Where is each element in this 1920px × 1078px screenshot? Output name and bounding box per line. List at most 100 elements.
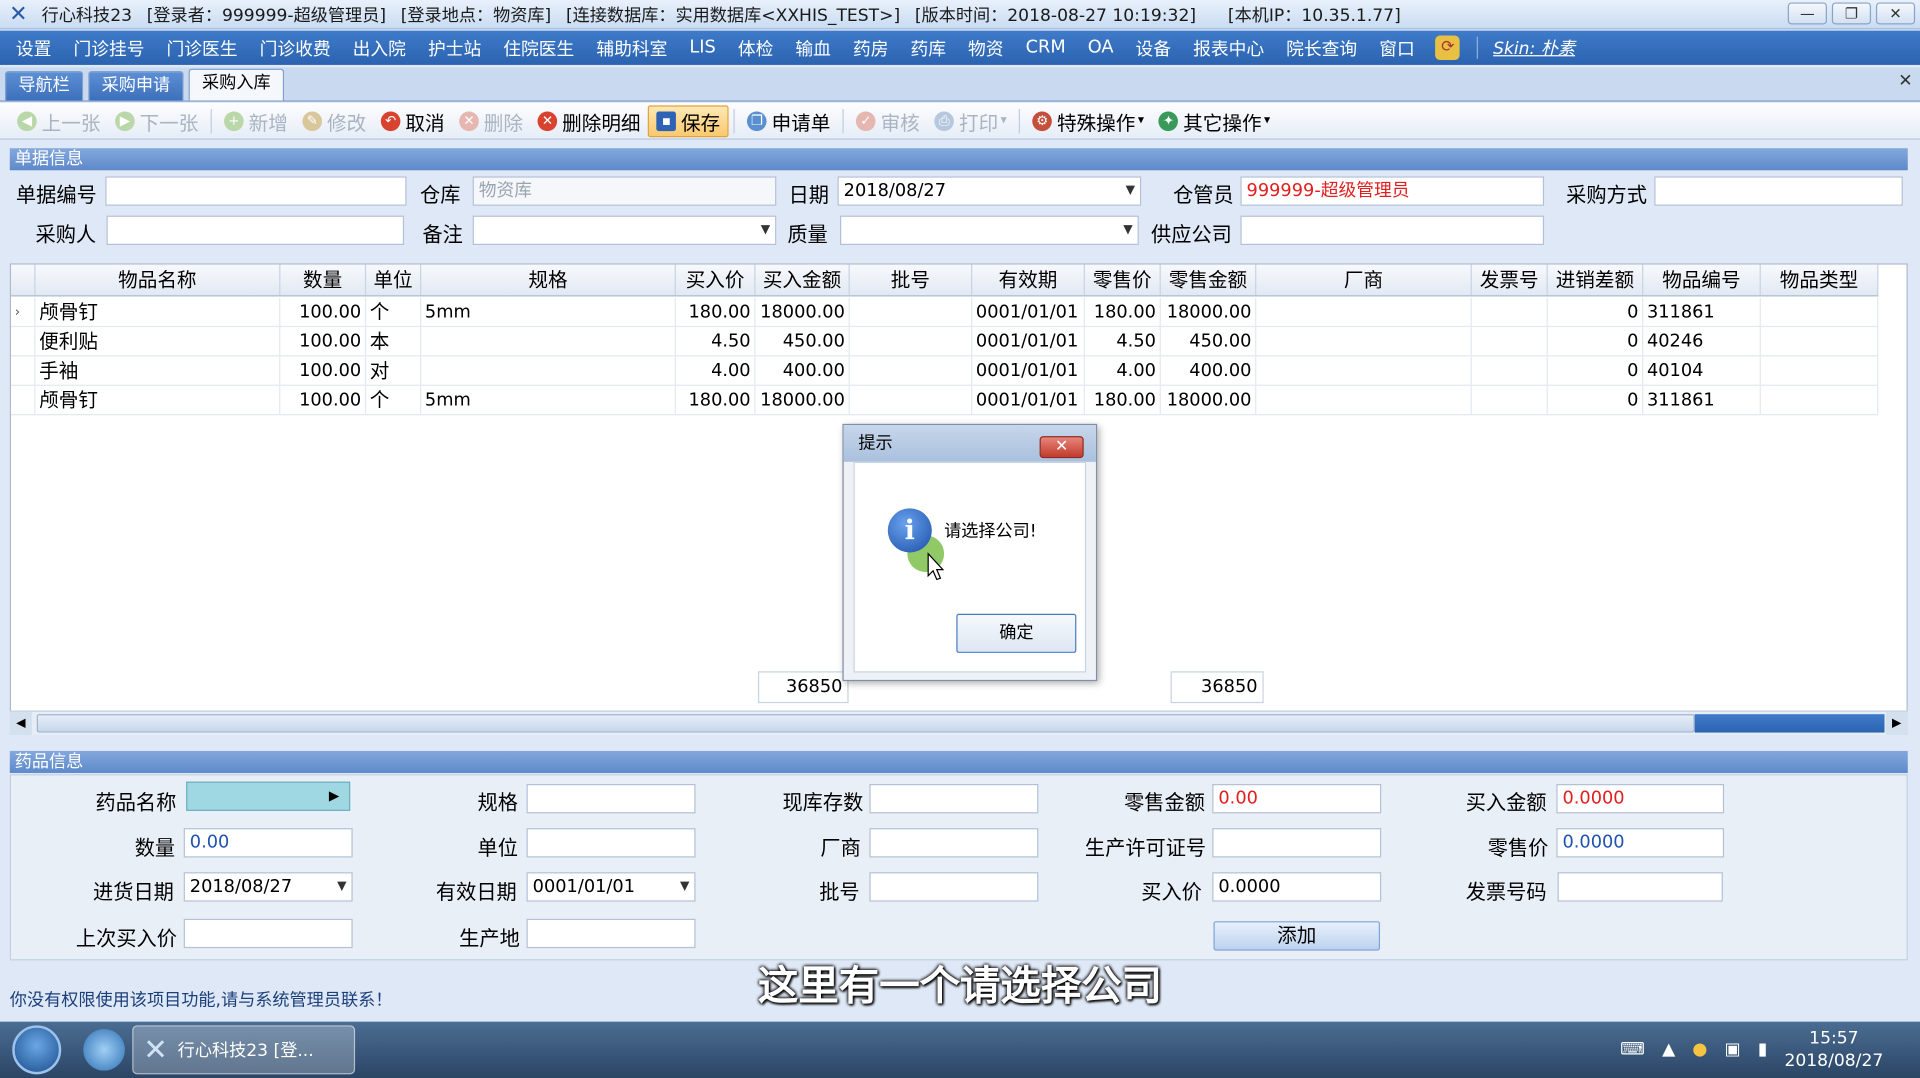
table-cell[interactable]: 4.00 bbox=[676, 356, 756, 385]
tab-purchase-inbound[interactable]: 采购入库 bbox=[188, 68, 285, 101]
chevron-down-icon[interactable]: ▼ bbox=[337, 873, 346, 900]
refresh-icon[interactable]: ⟳ bbox=[1435, 35, 1461, 61]
table-cell[interactable] bbox=[1472, 356, 1548, 385]
table-cell[interactable]: 180.00 bbox=[1085, 297, 1161, 326]
table-cell[interactable] bbox=[850, 297, 973, 326]
app-taskbar-button[interactable]: ✕ 行心科技23 [登... bbox=[132, 1025, 356, 1075]
table-cell[interactable]: 4.50 bbox=[676, 327, 756, 356]
close-tab-icon[interactable]: ✕ bbox=[1898, 71, 1912, 91]
add-item-button[interactable]: 添加 bbox=[1213, 921, 1381, 951]
table-cell[interactable]: 0 bbox=[1548, 297, 1644, 326]
remark-field[interactable]: ▼ bbox=[472, 215, 777, 245]
column-header[interactable]: 进销差额 bbox=[1548, 264, 1644, 296]
table-cell[interactable]: 400.00 bbox=[1161, 356, 1257, 385]
table-cell[interactable]: 450.00 bbox=[1161, 327, 1257, 356]
expiry-field[interactable]: 0001/01/01 ▼ bbox=[526, 872, 696, 902]
table-cell[interactable]: 个 bbox=[366, 297, 422, 326]
column-header[interactable]: 买入价 bbox=[676, 264, 756, 296]
save-button[interactable]: ▪ 保存 bbox=[647, 104, 729, 137]
table-cell[interactable]: 18000.00 bbox=[1161, 385, 1257, 415]
date-field[interactable]: 2018/08/27 ▼ bbox=[837, 176, 1142, 206]
table-cell[interactable]: 311861 bbox=[1643, 297, 1761, 326]
supplier-field[interactable] bbox=[1240, 215, 1545, 245]
retail-price-field[interactable]: 0.0000 bbox=[1556, 828, 1725, 858]
browser-taskbar-icon[interactable] bbox=[76, 1025, 132, 1074]
chevron-down-icon[interactable]: ▼ bbox=[680, 873, 689, 900]
table-cell[interactable] bbox=[1472, 327, 1548, 356]
column-header[interactable]: 单位 bbox=[366, 264, 422, 296]
retail-amount-field[interactable]: 0.00 bbox=[1212, 784, 1382, 814]
table-cell[interactable]: 40246 bbox=[1643, 327, 1761, 356]
unit-field[interactable] bbox=[526, 828, 696, 858]
row-indicator[interactable] bbox=[11, 327, 36, 356]
table-cell[interactable] bbox=[1761, 356, 1879, 385]
menu-item[interactable]: 物资 bbox=[957, 35, 1015, 61]
table-cell[interactable]: 颅骨钉 bbox=[36, 385, 281, 415]
table-cell[interactable]: 个 bbox=[366, 385, 422, 415]
column-header[interactable]: 厂商 bbox=[1256, 264, 1472, 296]
table-cell[interactable]: 5mm bbox=[421, 385, 676, 415]
table-cell[interactable]: 便利贴 bbox=[36, 327, 281, 356]
tab-navigation[interactable]: 导航栏 bbox=[4, 71, 84, 101]
menu-item[interactable]: 出入院 bbox=[342, 35, 417, 61]
column-header[interactable]: 零售金额 bbox=[1161, 264, 1257, 296]
column-header[interactable]: 物品编号 bbox=[1643, 264, 1761, 296]
buy-price-field[interactable]: 0.0000 bbox=[1212, 872, 1382, 902]
menu-item[interactable]: 设置 bbox=[5, 35, 63, 61]
table-cell[interactable]: 手袖 bbox=[36, 356, 281, 385]
menu-item[interactable]: 院长查询 bbox=[1275, 35, 1368, 61]
scroll-left-icon[interactable]: ◀ bbox=[9, 711, 32, 735]
table-cell[interactable]: 5mm bbox=[421, 297, 676, 326]
table-cell[interactable]: 本 bbox=[366, 327, 422, 356]
table-cell[interactable]: 450.00 bbox=[756, 327, 850, 356]
delete-detail-button[interactable]: ✕ 删除明细 bbox=[530, 105, 648, 137]
caret-right-icon[interactable]: ▶ bbox=[329, 783, 339, 810]
table-cell[interactable] bbox=[421, 356, 676, 385]
batch-field[interactable] bbox=[869, 872, 1039, 902]
close-window-button[interactable]: ✕ bbox=[1875, 2, 1916, 25]
table-cell[interactable]: 0001/01/01 bbox=[972, 356, 1085, 385]
table-cell[interactable]: 180.00 bbox=[1085, 385, 1161, 415]
table-cell[interactable] bbox=[1472, 297, 1548, 326]
table-cell[interactable] bbox=[421, 327, 676, 356]
table-cell[interactable]: 100.00 bbox=[280, 327, 367, 356]
other-operation-button[interactable]: ✦ 其它操作 ▾ bbox=[1151, 105, 1277, 137]
table-cell[interactable]: 0 bbox=[1548, 356, 1644, 385]
quality-field[interactable]: ▼ bbox=[840, 215, 1139, 245]
menu-item[interactable]: 体检 bbox=[727, 35, 785, 61]
network-icon[interactable]: ▣ bbox=[1725, 1040, 1741, 1060]
drug-name-field[interactable]: ▶ bbox=[186, 781, 351, 811]
table-cell[interactable]: 0001/01/01 bbox=[972, 385, 1085, 415]
column-header[interactable]: 发票号 bbox=[1472, 264, 1548, 296]
table-cell[interactable]: 0 bbox=[1548, 385, 1644, 415]
ok-button[interactable]: 确定 bbox=[956, 613, 1077, 653]
chevron-down-icon[interactable]: ▼ bbox=[1123, 217, 1132, 244]
minimize-button[interactable]: — bbox=[1787, 2, 1827, 25]
delete-button[interactable]: ✕ 删除 bbox=[452, 105, 530, 137]
last-price-field[interactable] bbox=[183, 918, 353, 949]
bill-no-field[interactable] bbox=[105, 176, 407, 206]
column-header[interactable]: 物品名称 bbox=[36, 264, 281, 296]
table-cell[interactable] bbox=[850, 385, 973, 415]
table-cell[interactable] bbox=[1256, 356, 1472, 385]
skin-link[interactable]: Skin: 朴素 bbox=[1486, 36, 1575, 61]
table-cell[interactable]: 311861 bbox=[1643, 385, 1761, 415]
menu-item[interactable]: 输血 bbox=[784, 35, 842, 61]
table-cell[interactable]: 18000.00 bbox=[1161, 297, 1257, 326]
scroll-right-icon[interactable]: ▶ bbox=[1885, 711, 1908, 735]
table-cell[interactable] bbox=[1256, 297, 1472, 326]
horizontal-scrollbar[interactable]: ◀ ▶ bbox=[9, 710, 1908, 735]
column-header[interactable]: 规格 bbox=[421, 264, 676, 296]
table-cell[interactable]: 40104 bbox=[1643, 356, 1761, 385]
audit-button[interactable]: ✓ 审核 bbox=[849, 105, 927, 137]
menu-item[interactable]: 住院医生 bbox=[492, 35, 585, 61]
table-cell[interactable]: 4.00 bbox=[1085, 356, 1161, 385]
menu-item[interactable]: 报表中心 bbox=[1182, 35, 1275, 61]
buy-amount-field[interactable]: 0.0000 bbox=[1556, 784, 1725, 814]
column-header[interactable]: 物品类型 bbox=[1761, 264, 1879, 296]
table-cell[interactable] bbox=[1472, 385, 1548, 415]
table-cell[interactable]: 100.00 bbox=[280, 356, 367, 385]
column-header[interactable]: 有效期 bbox=[972, 264, 1085, 296]
table-cell[interactable]: 180.00 bbox=[676, 385, 756, 415]
column-header[interactable]: 零售价 bbox=[1085, 264, 1161, 296]
